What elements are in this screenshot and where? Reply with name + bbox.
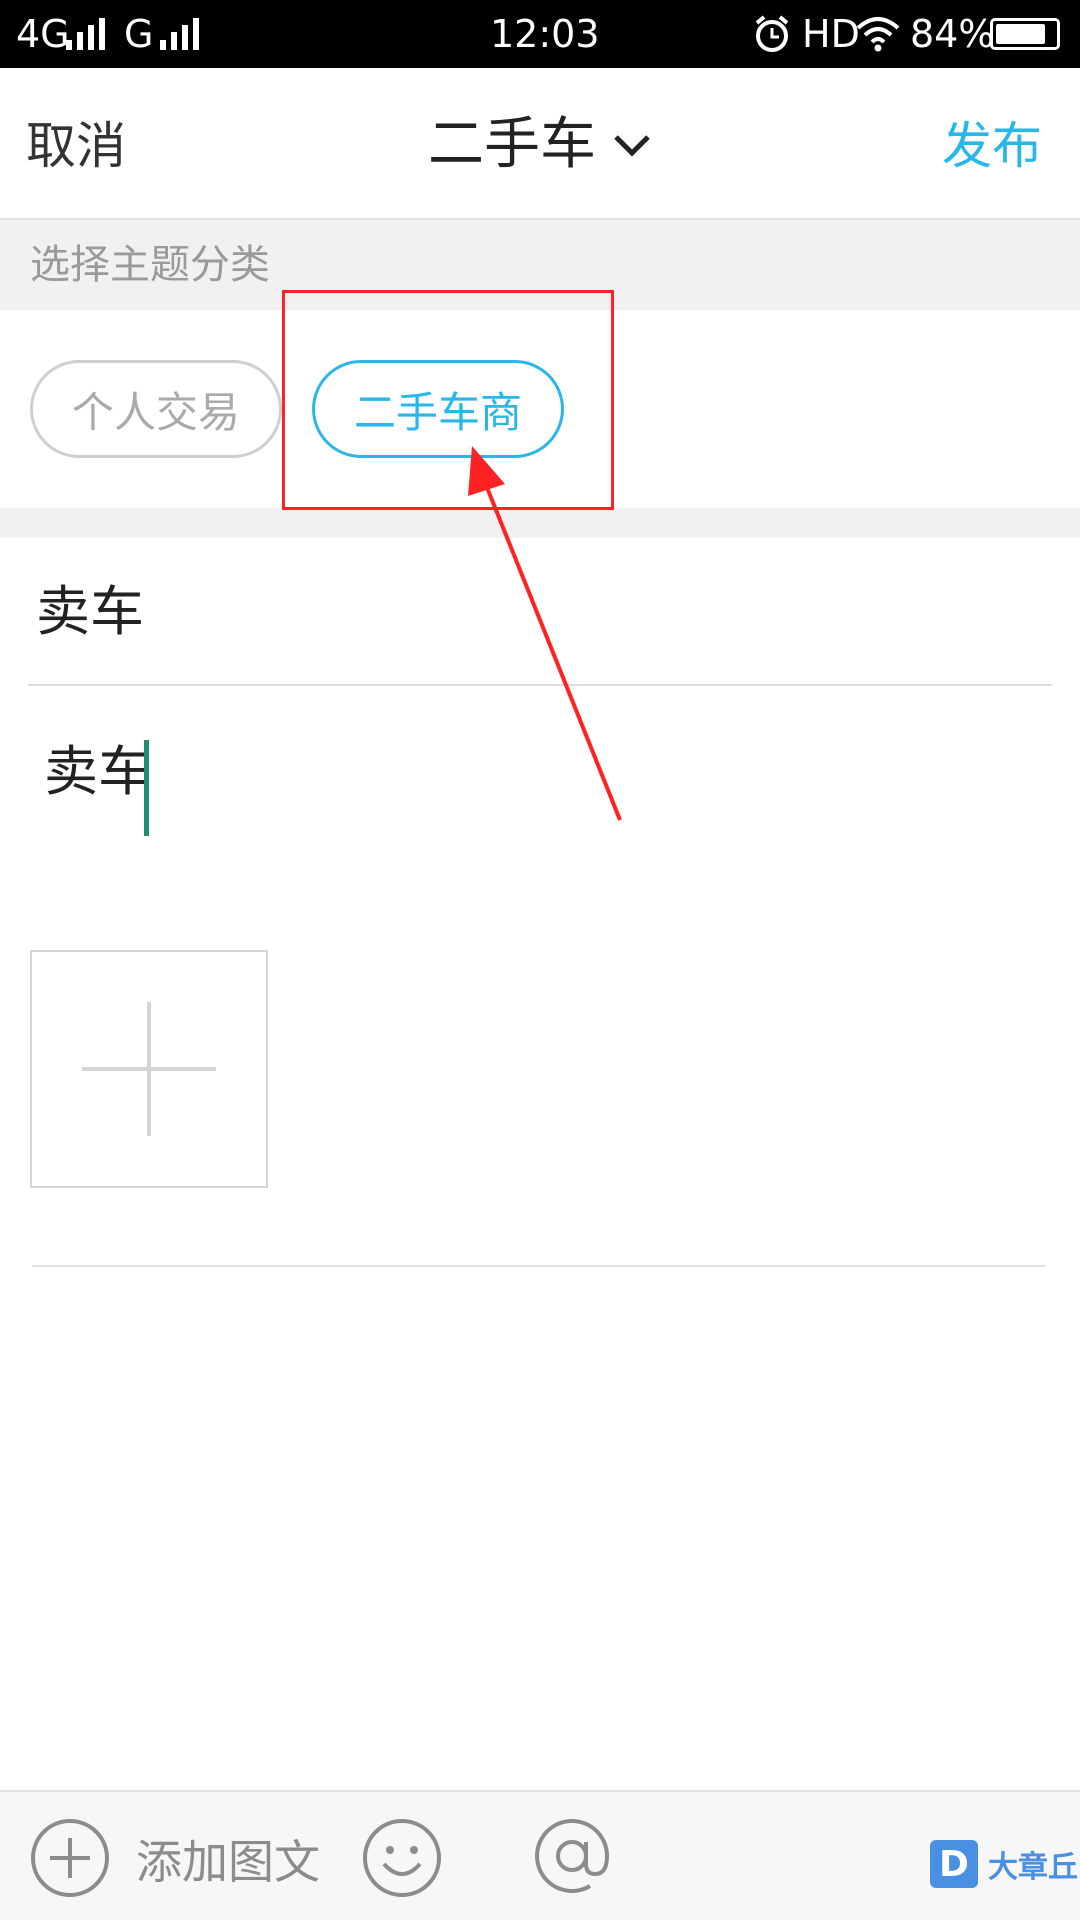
cancel-button[interactable]: 取消: [26, 116, 126, 176]
content-textarea-value: 卖车: [44, 740, 152, 803]
battery-icon: [990, 18, 1060, 50]
title-input-value: 卖车: [36, 580, 144, 643]
content-textarea[interactable]: 卖车: [28, 700, 1052, 900]
title-input[interactable]: 卖车: [28, 540, 1052, 686]
battery-fill: [996, 24, 1045, 44]
divider: [32, 1265, 1046, 1267]
add-image-button[interactable]: [30, 950, 268, 1188]
top-bar: 取消 二手车 发布: [0, 68, 1080, 220]
bottom-toolbar: 添加图文: [0, 1790, 1080, 1920]
chevron-down-icon: [614, 135, 650, 157]
watermark-logo: D 大章丘: [930, 1840, 1078, 1888]
add-circle-icon[interactable]: [30, 1818, 110, 1898]
network-type-2: G: [124, 12, 154, 56]
emoji-icon[interactable]: [362, 1818, 442, 1898]
hd-indicator: HD: [802, 12, 860, 56]
chip-personal-trade[interactable]: 个人交易: [30, 360, 282, 458]
watermark-badge: D: [930, 1840, 978, 1888]
text-caret: [144, 740, 149, 836]
page-title: 二手车: [428, 112, 596, 177]
status-bar: 4G G 12:03 HD 84%: [0, 0, 1080, 68]
alarm-icon: [755, 15, 789, 52]
wifi-icon: [856, 17, 900, 52]
clock: 12:03: [490, 12, 600, 56]
battery-percent: 84%: [910, 12, 995, 56]
network-type-1: 4G: [16, 12, 70, 56]
section-gap: [0, 508, 1080, 538]
signal-1-icon: [66, 18, 105, 50]
publish-button[interactable]: 发布: [942, 116, 1042, 176]
mention-at-icon[interactable]: [532, 1816, 612, 1896]
plus-icon: [82, 1002, 216, 1136]
category-dropdown[interactable]: 二手车: [428, 112, 654, 178]
add-media-label[interactable]: 添加图文: [136, 1834, 320, 1890]
watermark-text: 大章丘: [988, 1850, 1078, 1885]
category-header-label: 选择主题分类: [30, 242, 270, 288]
annotation-highlight-box: [282, 290, 614, 510]
signal-2-icon: [160, 18, 199, 50]
